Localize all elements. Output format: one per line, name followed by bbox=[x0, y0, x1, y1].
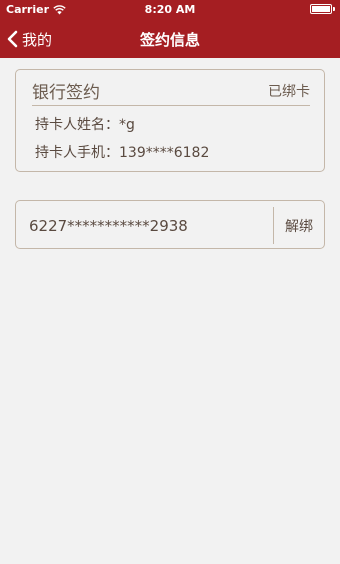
holder-phone-value: 139****6182 bbox=[119, 145, 210, 161]
card-bound-status: 已绑卡 bbox=[268, 83, 310, 100]
bank-signing-card: 银行签约 已绑卡 持卡人姓名：*g 持卡人手机：139****6182 bbox=[15, 69, 325, 172]
holder-name-row: 持卡人姓名：*g bbox=[35, 114, 135, 134]
chevron-left-icon bbox=[7, 30, 18, 48]
battery-icon bbox=[310, 4, 335, 14]
back-button[interactable]: 我的 bbox=[6, 20, 52, 58]
bank-account-row: 6227***********2938 解绑 bbox=[15, 200, 325, 249]
bank-card-header: 银行签约 已绑卡 bbox=[32, 76, 310, 106]
holder-name-value: *g bbox=[119, 117, 135, 133]
status-time: 8:20 AM bbox=[144, 3, 196, 16]
holder-phone-label: 持卡人手机： bbox=[35, 145, 119, 161]
account-number: 6227***********2938 bbox=[29, 216, 188, 235]
top-bar: Carrier 8:20 AM 我的 签约信息 bbox=[0, 0, 340, 58]
holder-name-label: 持卡人姓名： bbox=[35, 117, 119, 133]
navigation-bar: 我的 签约信息 bbox=[0, 20, 340, 58]
back-label: 我的 bbox=[22, 30, 53, 49]
unbind-button[interactable]: 解绑 bbox=[274, 201, 324, 250]
bank-card-title: 银行签约 bbox=[32, 83, 100, 103]
holder-phone-row: 持卡人手机：139****6182 bbox=[35, 142, 209, 162]
status-bar: Carrier 8:20 AM bbox=[0, 0, 340, 20]
